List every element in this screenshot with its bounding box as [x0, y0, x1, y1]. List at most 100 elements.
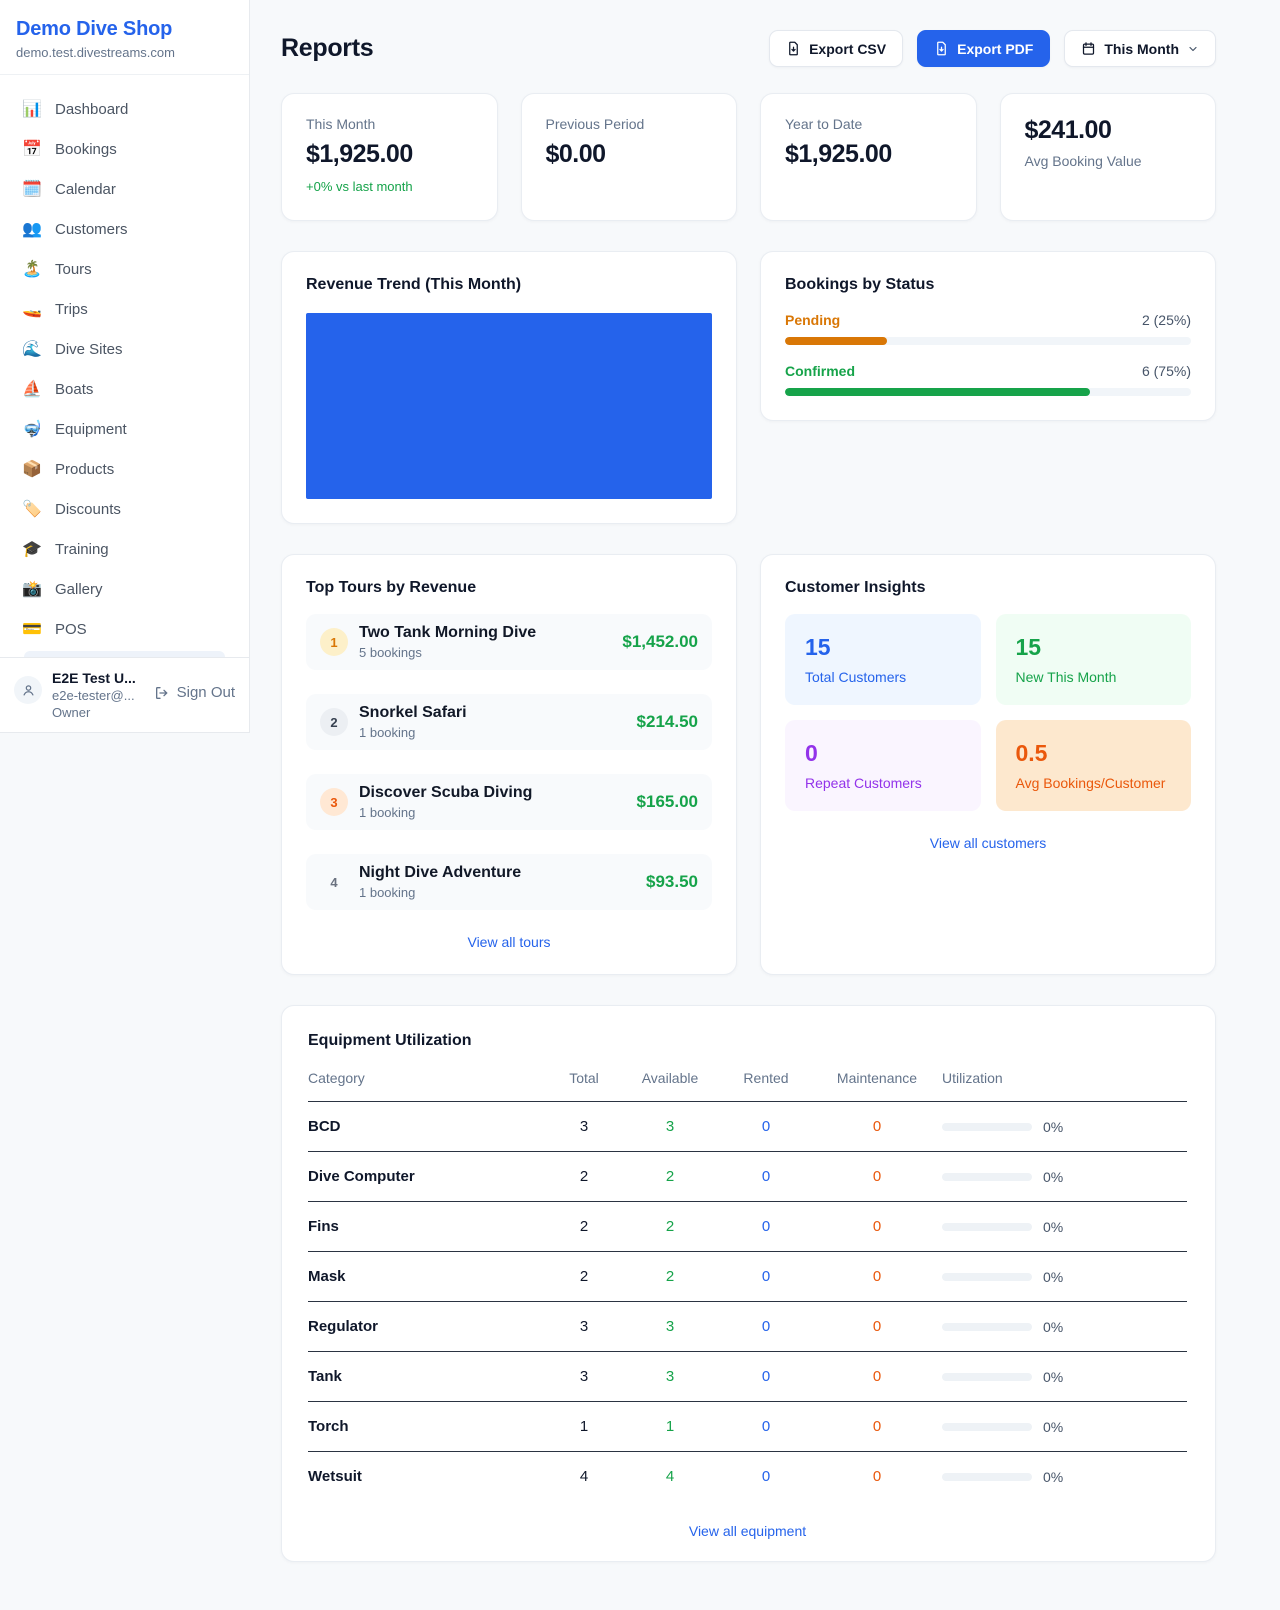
user-role: Owner: [52, 705, 144, 720]
sidebar-item-label: Bookings: [55, 141, 117, 158]
column-header: Available: [620, 1070, 720, 1102]
cell-category: Tank: [308, 1352, 548, 1402]
cell-rented: 0: [720, 1202, 812, 1252]
tour-revenue: $165.00: [637, 792, 698, 812]
cell-available: 3: [620, 1102, 720, 1152]
insight-value: 15: [805, 634, 961, 661]
status-row-pending: Pending 2 (25%): [785, 312, 1191, 345]
shop-name: Demo Dive Shop: [16, 18, 233, 41]
tour-bookings: 1 booking: [359, 725, 467, 740]
cell-rented: 0: [720, 1352, 812, 1402]
main-content: Reports Export CSV Export PDF This Month…: [250, 0, 1280, 1602]
cell-category: Regulator: [308, 1302, 548, 1352]
revenue-trend-title: Revenue Trend (This Month): [306, 276, 712, 294]
graduation-cap-icon: 🎓: [22, 539, 42, 559]
view-all-equipment-link[interactable]: View all equipment: [308, 1523, 1187, 1539]
cell-rented: 0: [720, 1152, 812, 1202]
top-tours-title: Top Tours by Revenue: [306, 579, 712, 597]
period-dropdown[interactable]: This Month: [1064, 30, 1216, 67]
sidebar-item-training[interactable]: 🎓 Training: [12, 529, 237, 569]
cell-total: 3: [548, 1302, 620, 1352]
package-icon: 📦: [22, 459, 42, 479]
sidebar-item-dive-sites[interactable]: 🌊 Dive Sites: [12, 329, 237, 369]
bookings-by-status-title: Bookings by Status: [785, 276, 1191, 294]
sidebar-item-label: Boats: [55, 381, 93, 398]
sidebar-item-dashboard[interactable]: 📊 Dashboard: [12, 89, 237, 129]
island-icon: 🏝️: [22, 259, 42, 279]
utilization-bar: [942, 1423, 1032, 1431]
stat-label: This Month: [306, 116, 473, 132]
column-header: Total: [548, 1070, 620, 1102]
export-csv-button[interactable]: Export CSV: [769, 30, 903, 67]
cell-maintenance: 0: [812, 1202, 942, 1252]
sidebar-item-pos[interactable]: 💳 POS: [12, 609, 237, 649]
table-row: Dive Computer 2 2 0 0 0%: [308, 1152, 1187, 1202]
calendar-icon: [1081, 41, 1096, 56]
utilization-pct: 0%: [1043, 1419, 1063, 1435]
sidebar-item-gallery[interactable]: 📸 Gallery: [12, 569, 237, 609]
utilization-bar: [942, 1173, 1032, 1181]
sidebar-item-label: Training: [55, 541, 109, 558]
cell-maintenance: 0: [812, 1302, 942, 1352]
sidebar-item-equipment[interactable]: 🤿 Equipment: [12, 409, 237, 449]
view-all-customers-link[interactable]: View all customers: [785, 835, 1191, 851]
utilization-pct: 0%: [1043, 1369, 1063, 1385]
tour-bookings: 1 booking: [359, 805, 532, 820]
revenue-trend-card: Revenue Trend (This Month): [281, 251, 737, 524]
sidebar-item-label: Gallery: [55, 581, 103, 598]
stat-delta: +0% vs last month: [306, 179, 473, 194]
utilization-bar: [942, 1273, 1032, 1281]
stat-label: Avg Booking Value: [1025, 153, 1192, 169]
utilization-pct: 0%: [1043, 1119, 1063, 1135]
column-header: Rented: [720, 1070, 812, 1102]
tag-icon: 🏷️: [22, 499, 42, 519]
cell-available: 4: [620, 1452, 720, 1502]
avatar: [14, 676, 42, 704]
cell-total: 2: [548, 1152, 620, 1202]
tour-row: 4 Night Dive Adventure 1 booking $93.50: [306, 854, 712, 910]
export-pdf-label: Export PDF: [957, 41, 1033, 57]
rank-badge: 1: [320, 628, 348, 656]
status-label: Pending: [785, 312, 840, 328]
cell-category: Fins: [308, 1202, 548, 1252]
equipment-utilization-card: Equipment Utilization Category Total Ava…: [281, 1005, 1216, 1562]
insights-row: Top Tours by Revenue 1 Two Tank Morning …: [281, 554, 1216, 975]
cell-total: 2: [548, 1252, 620, 1302]
cell-available: 3: [620, 1302, 720, 1352]
cell-rented: 0: [720, 1252, 812, 1302]
insight-box-total-customers: 15 Total Customers: [785, 614, 981, 705]
tour-row: 2 Snorkel Safari 1 booking $214.50: [306, 694, 712, 750]
table-row: Wetsuit 4 4 0 0 0%: [308, 1452, 1187, 1502]
sidebar-item-trips[interactable]: 🚤 Trips: [12, 289, 237, 329]
sidebar-item-label: Calendar: [55, 181, 116, 198]
tour-revenue: $1,452.00: [622, 632, 698, 652]
cell-rented: 0: [720, 1102, 812, 1152]
sidebar-item-calendar[interactable]: 🗓️ Calendar: [12, 169, 237, 209]
progress-bar-fill: [785, 337, 887, 345]
tour-revenue: $93.50: [646, 872, 698, 892]
export-pdf-button[interactable]: Export PDF: [917, 30, 1050, 67]
bookings-by-status-card: Bookings by Status Pending 2 (25%) Confi…: [760, 251, 1216, 421]
view-all-tours-link[interactable]: View all tours: [306, 934, 712, 950]
sidebar-item-products[interactable]: 📦 Products: [12, 449, 237, 489]
equipment-table: Category Total Available Rented Maintena…: [308, 1070, 1187, 1501]
stat-card-year-to-date: Year to Date $1,925.00: [760, 93, 977, 221]
rank-badge: 4: [320, 868, 348, 896]
sign-out-button[interactable]: Sign Out: [154, 684, 235, 701]
sidebar-item-bookings[interactable]: 📅 Bookings: [12, 129, 237, 169]
tour-revenue: $214.50: [637, 712, 698, 732]
sidebar-item-boats[interactable]: ⛵ Boats: [12, 369, 237, 409]
status-label: Confirmed: [785, 363, 855, 379]
tour-bookings: 5 bookings: [359, 645, 536, 660]
period-label: This Month: [1104, 41, 1179, 57]
progress-bar: [785, 388, 1191, 396]
utilization-pct: 0%: [1043, 1319, 1063, 1335]
table-row: BCD 3 3 0 0 0%: [308, 1102, 1187, 1152]
sidebar-item-discounts[interactable]: 🏷️ Discounts: [12, 489, 237, 529]
cell-category: Mask: [308, 1252, 548, 1302]
sidebar-item-customers[interactable]: 👥 Customers: [12, 209, 237, 249]
bookings-calendar-icon: 📅: [22, 139, 42, 159]
cell-available: 1: [620, 1402, 720, 1452]
cell-total: 4: [548, 1452, 620, 1502]
sidebar-item-tours[interactable]: 🏝️ Tours: [12, 249, 237, 289]
